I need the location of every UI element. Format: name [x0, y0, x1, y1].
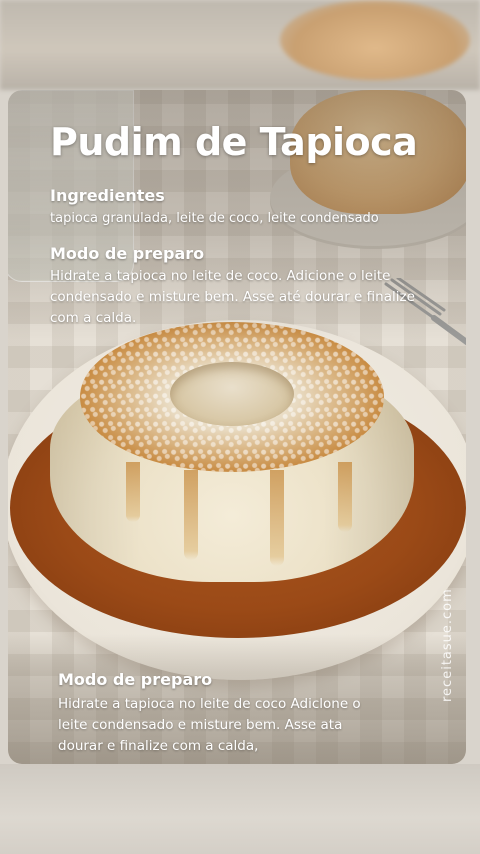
method-text: Hidrate a tapioca no leite de coco. Adic…: [50, 268, 415, 326]
caramel-drip: [338, 462, 352, 532]
ingredients-text: tapioca granulada, leite de coco, leite …: [50, 211, 379, 226]
caramel-drip: [270, 470, 284, 566]
pudding-center-hole: [170, 362, 294, 426]
watermark: receitasue.com: [440, 588, 455, 702]
caramel-drip: [126, 462, 140, 522]
blurred-background-top: [0, 0, 480, 90]
recipe-card: Pudim de Tapioca Ingredientes tapioca gr…: [8, 90, 466, 764]
blurred-background-bottom: [0, 764, 480, 854]
caramel-drip: [184, 470, 198, 560]
method-text-repeat: Hidrate a tapioca no leite de coco Adicl…: [58, 696, 361, 754]
recipe-title: Pudim de Tapioca: [50, 120, 418, 164]
ingredients-heading: Ingredientes: [50, 186, 165, 205]
method-heading: Modo de preparo: [50, 244, 205, 263]
method-heading-repeat: Modo de preparo: [58, 670, 213, 689]
blurred-bread: [280, 0, 470, 80]
